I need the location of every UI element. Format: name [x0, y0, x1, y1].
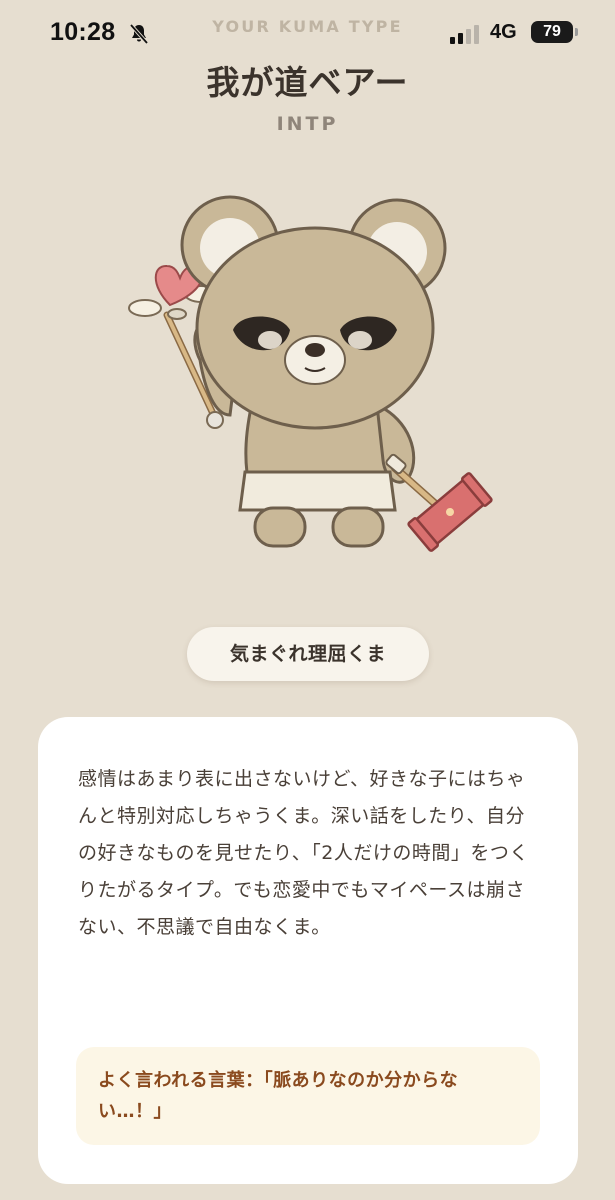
description-text: 感情はあまり表に出さないけど、好きな子にはちゃんと特別対応しちゃうくま。深い話を…	[78, 768, 529, 938]
hammer	[385, 453, 493, 552]
page-title: 我が道ベアー	[206, 63, 409, 102]
mbti-label: INTP	[276, 113, 339, 135]
eyebrow-label: YOUR KUMA TYPE	[212, 17, 403, 36]
quote-text: よく言われる言葉：「脈ありなのか分からない…！」	[98, 1070, 459, 1122]
quote-box: よく言われる言葉：「脈ありなのか分からない…！」	[76, 1047, 540, 1145]
description-card: 感情はあまり表に出さないけど、好きな子にはちゃんと特別対応しちゃうくま。深い話を…	[38, 717, 578, 1184]
nickname-badge: 気まぐれ理屈くま	[187, 627, 429, 681]
bear-illustration	[128, 195, 493, 552]
